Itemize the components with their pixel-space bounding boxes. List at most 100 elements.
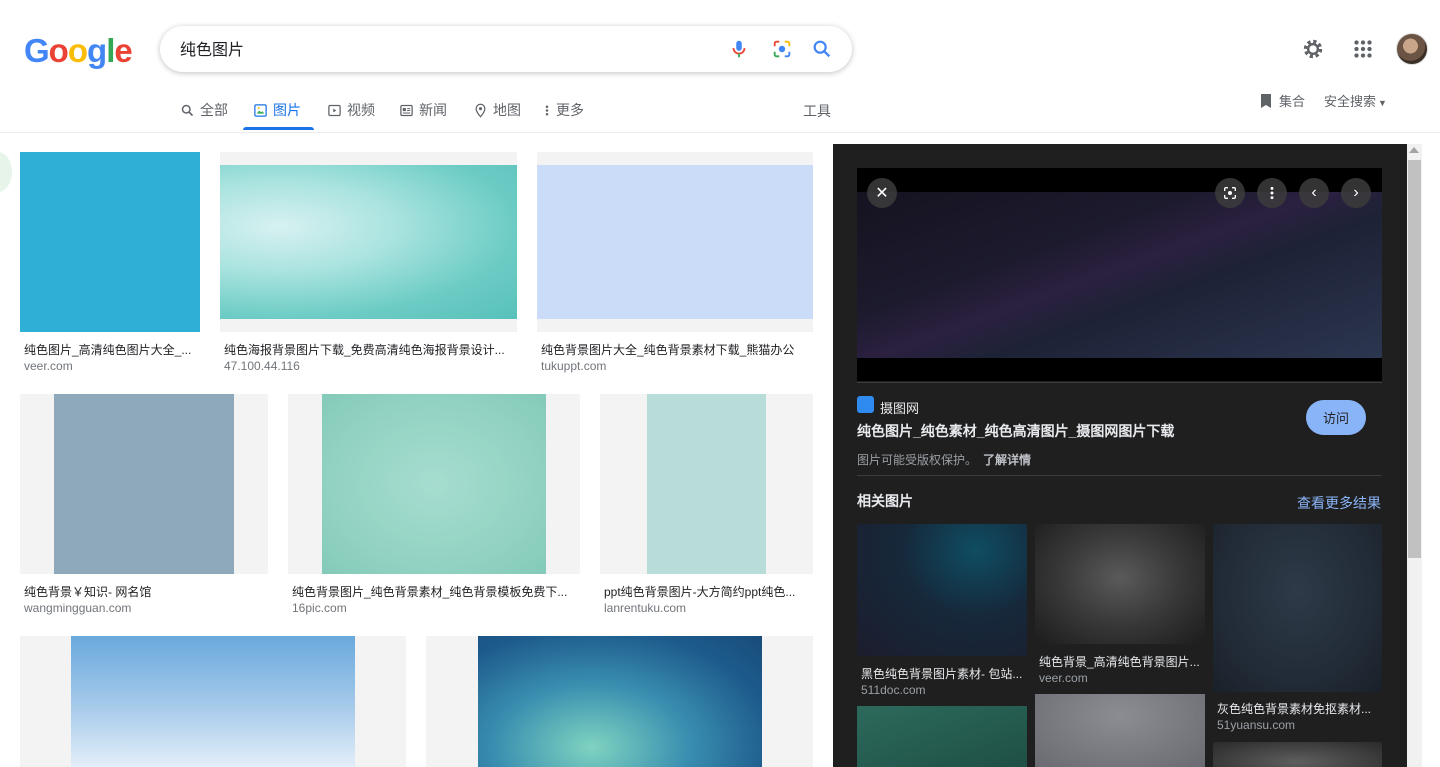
result-card[interactable]: ppt纯色背景图片-大方简约ppt纯色... lanrentuku.com bbox=[600, 394, 813, 615]
result-thumbnail[interactable] bbox=[20, 152, 200, 332]
close-icon[interactable]: ✕ bbox=[867, 178, 897, 208]
result-thumbnail[interactable] bbox=[20, 636, 406, 767]
result-caption[interactable]: 纯色背景图片_纯色背景素材_纯色背景模板免费下... bbox=[292, 583, 576, 600]
tab-label: 更多 bbox=[556, 102, 584, 118]
panel-divider bbox=[857, 382, 1382, 383]
search-input[interactable] bbox=[180, 39, 700, 57]
see-more-link[interactable]: 查看更多结果 bbox=[1297, 493, 1381, 513]
result-domain: 16pic.com bbox=[292, 601, 347, 615]
tools-button[interactable]: 工具 bbox=[803, 101, 831, 121]
result-domain: tukuppt.com bbox=[541, 359, 607, 373]
result-card[interactable] bbox=[20, 636, 406, 767]
tab-label: 全部 bbox=[200, 102, 228, 118]
related-image-card[interactable]: 纯色背景_高清纯色背景图片... veer.com bbox=[1035, 524, 1205, 688]
google-logo[interactable]: Google bbox=[24, 32, 133, 70]
site-logo-icon bbox=[857, 396, 874, 413]
copyright-text: 图片可能受版权保护。 bbox=[857, 453, 978, 467]
source-page-title[interactable]: 纯色图片_纯色素材_纯色高清图片_摄图网图片下载 bbox=[857, 421, 1174, 441]
result-thumbnail[interactable] bbox=[426, 636, 813, 767]
logo-letter: l bbox=[106, 32, 115, 69]
result-caption[interactable]: 纯色图片_高清纯色图片大全_... bbox=[24, 341, 196, 358]
related-image-card[interactable] bbox=[857, 706, 1027, 767]
related-thumbnail[interactable] bbox=[857, 524, 1027, 656]
tab-videos[interactable]: 视频 bbox=[327, 100, 375, 120]
apps-grid-icon[interactable] bbox=[1350, 36, 1376, 62]
tab-label: 地图 bbox=[493, 102, 521, 118]
panel-divider bbox=[857, 475, 1382, 476]
tab-images[interactable]: 图片 bbox=[253, 100, 301, 120]
source-site-name[interactable]: 摄图网 bbox=[880, 398, 919, 417]
related-thumbnail[interactable] bbox=[1213, 524, 1382, 692]
result-domain: 47.100.44.116 bbox=[224, 359, 300, 373]
result-thumbnail[interactable] bbox=[20, 394, 268, 574]
image-preview-panel: ✕ ‹ › 摄图网 纯色图片_纯色素材_纯色高清图片_摄图网图片下载 访问 图片… bbox=[833, 144, 1407, 767]
search-icon[interactable] bbox=[811, 38, 833, 60]
account-avatar[interactable] bbox=[1396, 33, 1428, 65]
result-thumbnail[interactable] bbox=[288, 394, 580, 574]
result-thumbnail[interactable] bbox=[600, 394, 813, 574]
logo-letter: g bbox=[87, 32, 107, 69]
related-image-card[interactable] bbox=[1213, 742, 1382, 767]
related-thumbnail[interactable] bbox=[857, 706, 1027, 767]
side-badge bbox=[0, 152, 12, 192]
collections-button[interactable]: 集合 bbox=[1259, 91, 1305, 110]
collections-label: 集合 bbox=[1279, 94, 1306, 109]
result-caption[interactable]: 纯色背景￥知识- 网名馆 bbox=[24, 583, 264, 600]
result-thumbnail[interactable] bbox=[537, 152, 813, 332]
settings-icon[interactable] bbox=[1300, 36, 1326, 62]
related-thumbnail[interactable] bbox=[1213, 742, 1382, 767]
visit-button[interactable]: 访问 bbox=[1306, 400, 1366, 435]
learn-more-link[interactable]: 了解详情 bbox=[983, 453, 1031, 467]
result-caption[interactable]: 纯色背景图片大全_纯色背景素材下载_熊猫办公 bbox=[541, 341, 809, 358]
result-card[interactable]: 纯色海报背景图片下载_免费高清纯色海报背景设计... 47.100.44.116 bbox=[220, 152, 517, 373]
tab-more[interactable]: 更多 bbox=[543, 100, 584, 120]
tab-label: 视频 bbox=[347, 102, 375, 118]
lens-icon[interactable] bbox=[1215, 178, 1245, 208]
related-image-card[interactable] bbox=[1035, 694, 1205, 767]
related-domain: 511doc.com bbox=[861, 683, 926, 697]
related-thumbnail[interactable] bbox=[1035, 524, 1205, 644]
logo-letter: G bbox=[24, 32, 50, 69]
logo-letter: o bbox=[67, 32, 88, 69]
tab-maps[interactable]: 地图 bbox=[473, 100, 521, 120]
result-domain: lanrentuku.com bbox=[604, 601, 687, 615]
related-caption[interactable]: 灰色纯色背景素材免抠素材... bbox=[1217, 700, 1382, 717]
dropdown-arrow-icon: ▼ bbox=[1378, 98, 1387, 108]
search-icon bbox=[181, 104, 194, 116]
related-caption[interactable]: 黑色纯色背景图片素材- 包站... bbox=[861, 665, 1027, 682]
result-card[interactable]: 纯色背景图片大全_纯色背景素材下载_熊猫办公 tukuppt.com bbox=[537, 152, 813, 373]
tab-label: 新闻 bbox=[419, 102, 447, 118]
tab-all[interactable]: 全部 bbox=[180, 100, 228, 120]
safe-search-button[interactable]: 安全搜索 ▼ bbox=[1324, 91, 1387, 110]
result-card[interactable]: 纯色背景￥知识- 网名馆 wangmingguan.com bbox=[20, 394, 268, 615]
scroll-up-arrow-icon[interactable] bbox=[1409, 147, 1419, 153]
preview-image-frame[interactable]: ✕ ‹ › bbox=[857, 168, 1382, 381]
result-card[interactable] bbox=[426, 636, 813, 767]
logo-letter: e bbox=[114, 32, 132, 69]
preview-image[interactable] bbox=[857, 192, 1382, 358]
safe-search-label: 安全搜索 bbox=[1324, 94, 1377, 109]
mic-icon[interactable] bbox=[728, 38, 750, 60]
result-card[interactable]: 纯色图片_高清纯色图片大全_... veer.com bbox=[20, 152, 200, 373]
result-card[interactable]: 纯色背景图片_纯色背景素材_纯色背景模板免费下... 16pic.com bbox=[288, 394, 580, 615]
header-divider bbox=[0, 132, 1440, 133]
scrollbar-thumb[interactable] bbox=[1408, 160, 1421, 558]
result-thumbnail[interactable] bbox=[220, 152, 517, 332]
lens-icon[interactable] bbox=[771, 38, 793, 60]
related-thumbnail[interactable] bbox=[1035, 694, 1205, 767]
image-icon bbox=[254, 103, 267, 117]
tab-news[interactable]: 新闻 bbox=[399, 100, 447, 120]
active-tab-indicator bbox=[243, 127, 314, 130]
related-image-card[interactable]: 黑色纯色背景图片素材- 包站... 511doc.com bbox=[857, 524, 1027, 700]
more-vert-icon bbox=[545, 105, 549, 115]
more-vert-icon[interactable] bbox=[1257, 178, 1287, 208]
result-caption[interactable]: 纯色海报背景图片下载_免费高清纯色海报背景设计... bbox=[224, 341, 513, 358]
result-caption[interactable]: ppt纯色背景图片-大方简约ppt纯色... bbox=[604, 583, 809, 600]
related-domain: veer.com bbox=[1039, 671, 1088, 685]
chevron-left-icon[interactable]: ‹ bbox=[1299, 178, 1329, 208]
chevron-right-icon[interactable]: › bbox=[1341, 178, 1371, 208]
related-image-card[interactable]: 灰色纯色背景素材免抠素材... 51yuansu.com bbox=[1213, 524, 1382, 738]
search-box[interactable] bbox=[160, 26, 852, 72]
copyright-note: 图片可能受版权保护。 了解详情 bbox=[857, 451, 1031, 468]
related-caption[interactable]: 纯色背景_高清纯色背景图片... bbox=[1039, 653, 1205, 670]
